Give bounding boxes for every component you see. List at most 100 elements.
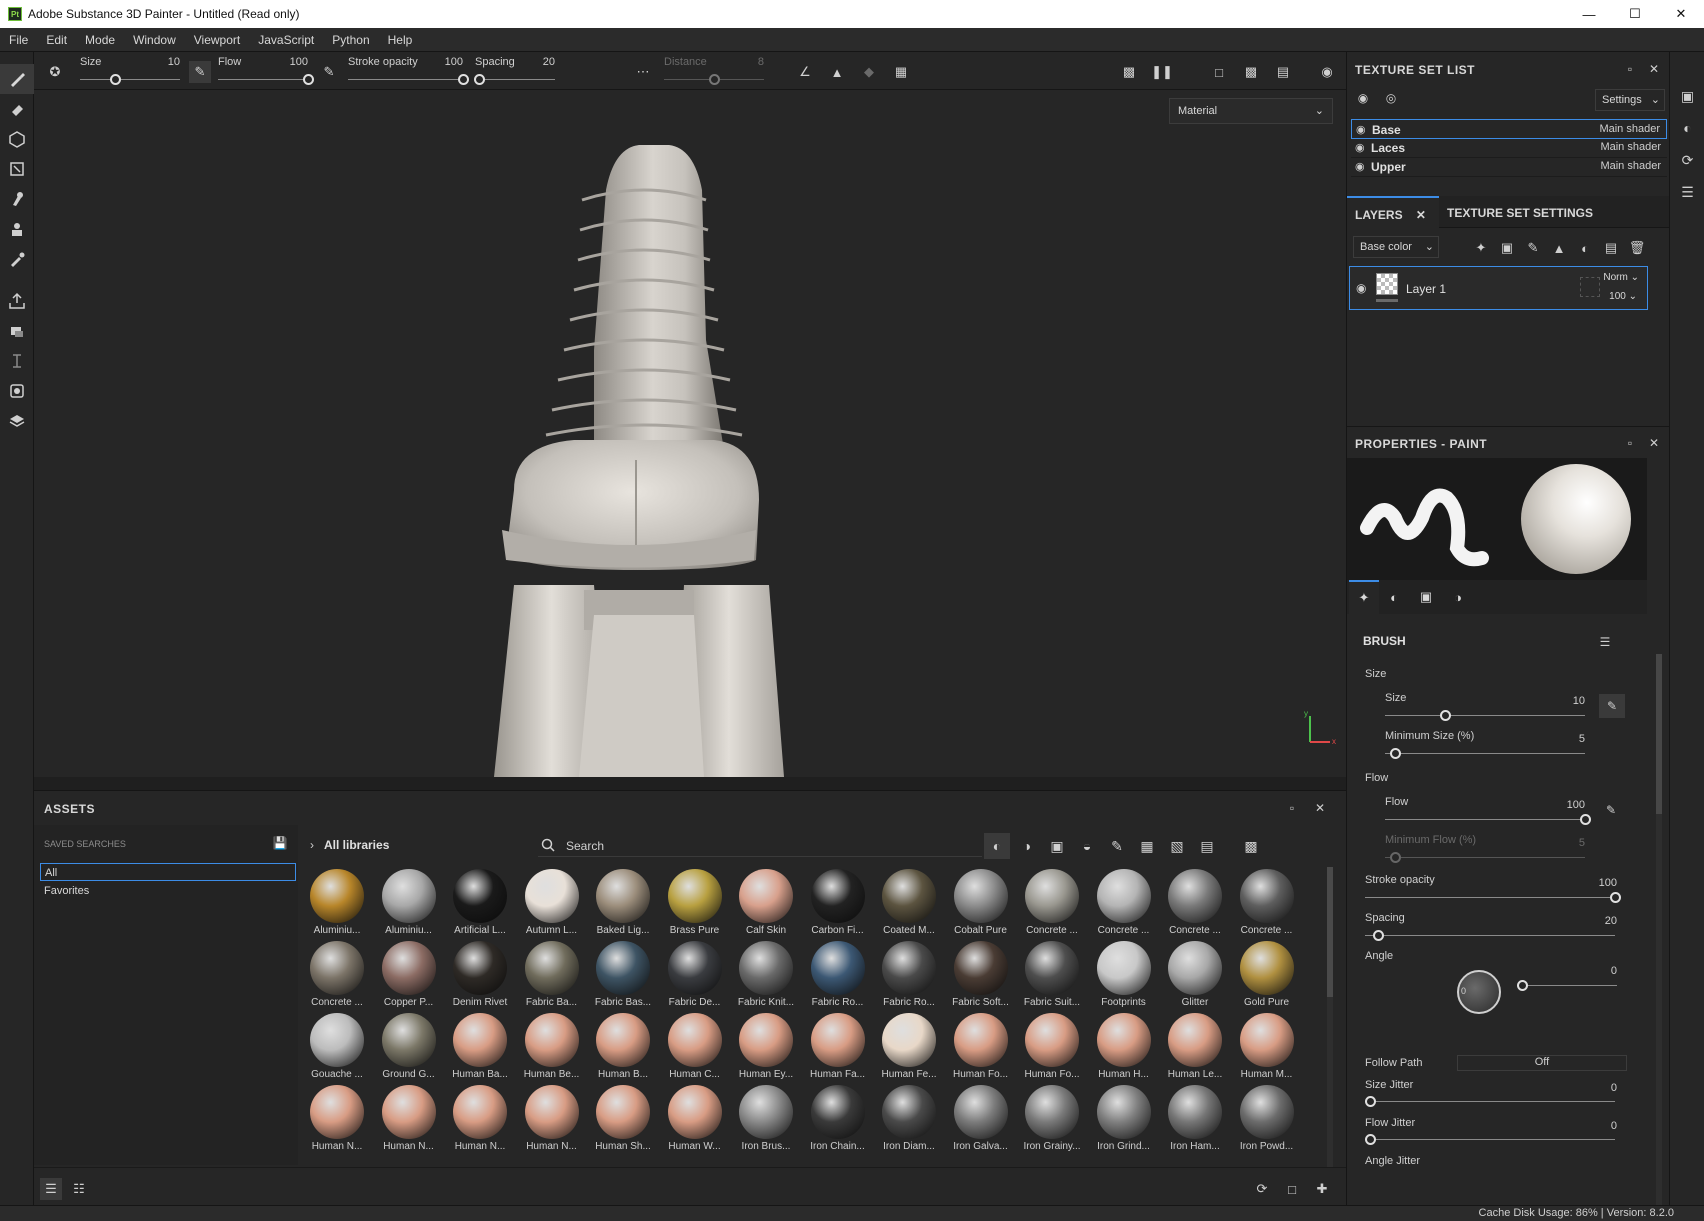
maximize-icon[interactable]: ☐ [1612,0,1658,28]
asset-tile[interactable]: Iron Chain... [805,1083,871,1153]
add-fill-layer-icon[interactable]: ▲ [1550,239,1568,257]
eye-icon[interactable]: ◉ [1355,141,1365,154]
alignment-icon[interactable]: ∠ [794,61,816,83]
chevron-right-icon[interactable]: › [304,837,320,853]
masks-filter-icon[interactable]: ▣ [1044,833,1070,859]
follow-path-toggle[interactable]: Off [1457,1055,1627,1071]
asset-tile[interactable]: Baked Lig... [590,867,656,937]
symmetry-settings-icon[interactable]: ◆ [858,61,880,83]
dimension-icon[interactable] [0,346,34,376]
history-icon[interactable]: ⟳ [1670,144,1704,176]
asset-tile[interactable]: Copper P... [376,939,442,1009]
asset-tile[interactable]: Concrete ... [1162,867,1228,937]
texture-set-row-laces[interactable]: ◉ Laces Main shader [1351,138,1667,158]
size-knob[interactable] [110,74,121,85]
import-folder-icon[interactable]: □ [1281,1178,1303,1200]
asset-tile[interactable]: Iron Galva... [948,1083,1014,1153]
asset-tile[interactable]: Carbon Fi... [805,867,871,937]
viewport[interactable]: Material ⌄ y x [34,90,1346,777]
min-flow-value[interactable]: 5 [1545,837,1585,849]
stencil-tab-icon[interactable]: ▣ [1411,580,1441,614]
minimize-icon[interactable]: — [1566,0,1612,28]
close-icon[interactable]: ✕ [1646,61,1662,77]
tab-layers[interactable]: LAYERS ✕ [1347,196,1439,228]
layer-name[interactable]: Layer 1 [1406,282,1446,296]
spacing-knob[interactable] [1372,930,1384,941]
stroke-opacity-knob[interactable] [458,74,469,85]
list-view-icon[interactable]: ☰ [40,1178,62,1200]
asset-tile[interactable]: Human B... [590,1011,656,1081]
eraser-icon[interactable] [0,94,34,124]
asset-tile[interactable]: Concrete ... [1091,867,1157,937]
delete-icon[interactable]: 🗑 [1628,239,1646,257]
asset-tile[interactable]: Fabric Bas... [590,939,656,1009]
add-mask-icon[interactable]: ▣ [1498,239,1516,257]
asset-tile[interactable]: Human W... [662,1083,728,1153]
asset-tile[interactable]: Human Fo... [948,1011,1014,1081]
shader-name[interactable]: Main shader [1600,160,1661,172]
brushes-filter-icon[interactable]: ✎ [1104,833,1130,859]
saved-item-all[interactable]: All [40,863,296,881]
asset-tile[interactable]: Fabric Ro... [876,939,942,1009]
asset-tile[interactable]: Concrete ... [304,939,370,1009]
stroke-opacity-value[interactable]: 100 [1577,877,1617,889]
asset-tile[interactable]: Iron Powd... [1234,1083,1300,1153]
asset-tile[interactable]: Human Be... [519,1011,585,1081]
save-search-icon[interactable]: 💾 [272,835,288,851]
asset-tile[interactable]: Human N... [447,1083,513,1153]
asset-tile[interactable]: Calf Skin [733,867,799,937]
camera-video-icon[interactable]: ▤ [1272,61,1294,83]
spacing-knob[interactable] [474,74,485,85]
shader-name[interactable]: Main shader [1600,141,1661,153]
view-layout-icon[interactable]: □ [1208,61,1230,83]
tab-texture-set-settings[interactable]: TEXTURE SET SETTINGS [1439,196,1601,228]
add-folder-icon[interactable]: ▤ [1602,239,1620,257]
asset-tile[interactable]: Iron Brus... [733,1083,799,1153]
asset-scrollbar[interactable] [1327,867,1333,1167]
flow-knob[interactable] [1580,814,1591,825]
undock-icon[interactable]: ▫ [1284,800,1300,816]
size-value[interactable]: 10 [1545,695,1585,707]
asset-tile[interactable]: Autumn L... [519,867,585,937]
undock-icon[interactable]: ▫ [1622,435,1638,451]
asset-tile[interactable]: Human Ey... [733,1011,799,1081]
asset-tile[interactable]: Human N... [376,1083,442,1153]
brush-tab-icon[interactable]: ✦ [1349,580,1379,614]
pause-icon[interactable]: ❚❚ [1151,61,1173,83]
asset-tile[interactable]: Fabric Ro... [805,939,871,1009]
clone-icon[interactable] [0,214,34,244]
bake-icon[interactable] [0,316,34,346]
min-size-knob[interactable] [1390,748,1401,759]
asset-tile[interactable]: Human N... [304,1083,370,1153]
asset-tile[interactable]: Iron Diam... [876,1083,942,1153]
shader-settings-icon[interactable]: ◐ [1670,112,1704,144]
spacing-slider[interactable]: Spacing 20 [474,52,555,90]
blend-mode-dropdown[interactable]: Norm ⌄ [1603,272,1639,283]
close-icon[interactable]: ✕ [1646,435,1662,451]
display-mode-icon[interactable]: ▩ [1240,61,1262,83]
size-pen-pressure-icon[interactable]: ✎ [189,61,211,83]
smart-materials-filter-icon[interactable]: ◑ [1014,833,1040,859]
lazy-mouse-icon[interactable]: ⋯ [632,61,654,83]
add-paint-layer-icon[interactable]: ✎ [1524,239,1542,257]
eye-icon[interactable]: ◉ [1356,123,1366,136]
asset-tile[interactable]: Ground G... [376,1011,442,1081]
asset-tile[interactable]: Concrete ... [1019,867,1085,937]
asset-tile[interactable]: Iron Grind... [1091,1083,1157,1153]
projection-icon[interactable] [0,124,34,154]
grid-view-icon[interactable]: ▩ [1238,833,1264,859]
undock-icon[interactable]: ▫ [1622,61,1638,77]
mask-slot[interactable] [1580,277,1600,297]
flow-value[interactable]: 100 [1545,799,1585,811]
sphere-tab-icon[interactable]: ◑ [1443,580,1473,614]
stroke-opacity-slider[interactable]: Stroke opacity 100 [348,52,469,90]
paint-brush-icon[interactable] [0,64,34,94]
visibility-toggle-icon[interactable]: ◉ [1355,90,1371,106]
display-settings-icon[interactable]: ▣ [1670,80,1704,112]
stroke-opacity-knob[interactable] [1610,892,1621,903]
menu-viewport[interactable]: Viewport [185,33,249,47]
asset-tile[interactable]: Iron Ham... [1162,1083,1228,1153]
size-jitter-knob[interactable] [1365,1096,1376,1107]
symmetry-icon[interactable]: ▲ [826,61,848,83]
color-picker-icon[interactable] [0,244,34,274]
